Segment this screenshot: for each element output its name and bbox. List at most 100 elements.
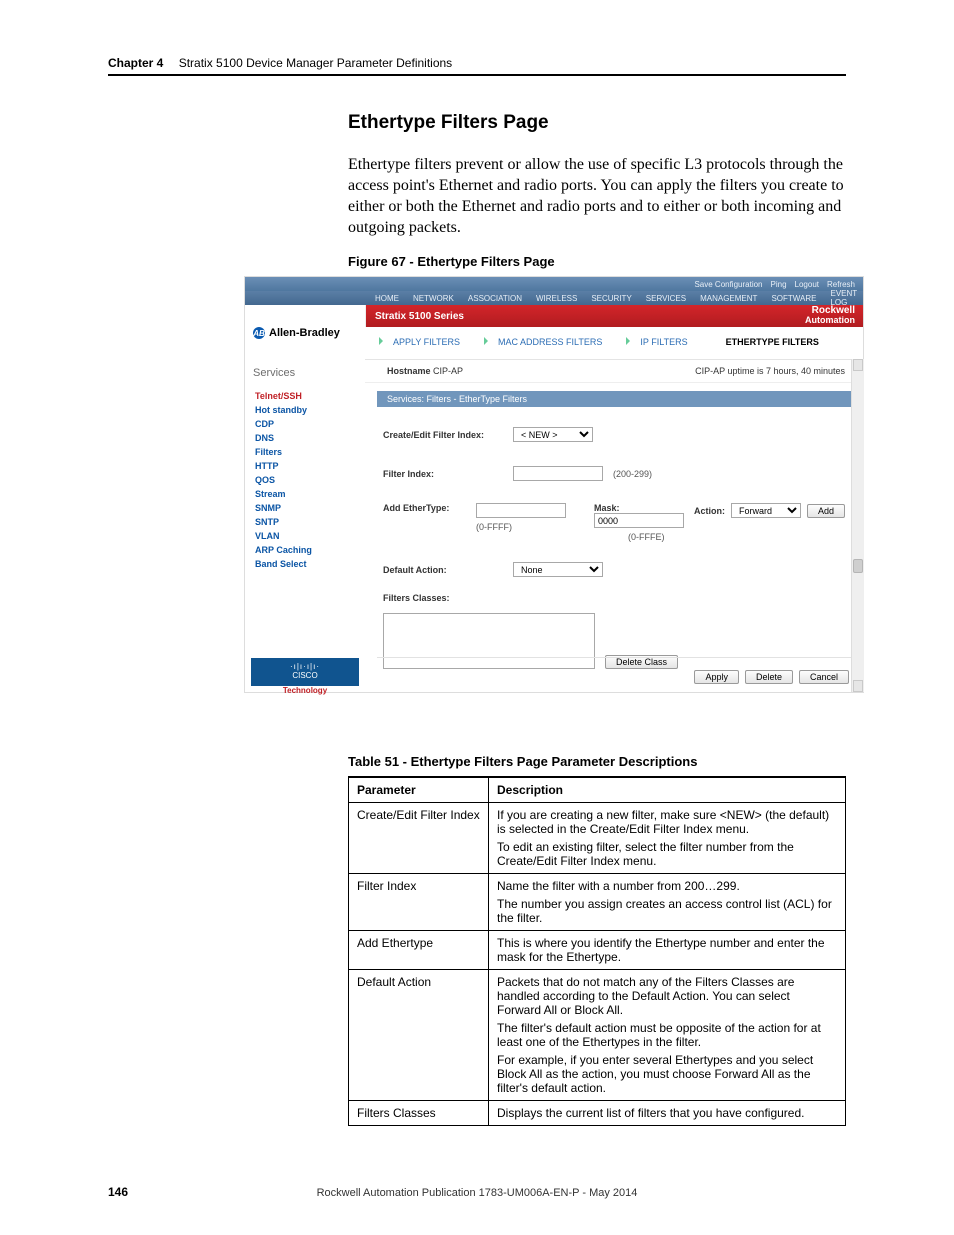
nav-item[interactable]: NETWORK: [413, 294, 454, 303]
top-link-bar: Save Configuration Ping Logout Refresh: [245, 277, 863, 291]
top-link[interactable]: Save Configuration: [694, 280, 762, 289]
header-title: Stratix 5100 Device Manager Parameter De…: [179, 56, 452, 70]
table-row: Filter Index Name the filter with a numbe…: [349, 874, 846, 931]
tab-ip-filters[interactable]: IP FILTERS: [634, 337, 693, 359]
desc-cell: If you are creating a new filter, make s…: [489, 803, 846, 874]
allen-bradley-logo: AB Allen-Bradley: [253, 327, 340, 339]
sidebar-item[interactable]: SNMP: [255, 503, 312, 513]
sidebar-heading: Services: [253, 367, 295, 379]
sidebar-item[interactable]: SNTP: [255, 517, 312, 527]
tab-marker-icon: [626, 337, 632, 347]
sidebar-list: Telnet/SSH Hot standby CDP DNS Filters H…: [255, 387, 312, 573]
nav-item[interactable]: HOME: [375, 294, 399, 303]
cancel-button[interactable]: Cancel: [799, 670, 849, 684]
sidebar-item[interactable]: ARP Caching: [255, 545, 312, 555]
desc-cell: Name the filter with a number from 200…2…: [489, 874, 846, 931]
top-link[interactable]: Refresh: [827, 280, 855, 289]
section-heading: Ethertype Filters Page: [348, 112, 549, 134]
mask-label: Mask:: [594, 503, 620, 513]
table-row: Default ActionPackets that do not match …: [349, 970, 846, 1101]
parameter-table: Parameter Description Create/Edit Filter…: [348, 776, 846, 1126]
uptime-text: CIP-AP uptime is 7 hours, 40 minutes: [695, 366, 845, 376]
delete-button[interactable]: Delete: [745, 670, 793, 684]
tab-marker-icon: [484, 337, 490, 347]
table-row: Add EthertypeThis is where you identify …: [349, 931, 846, 970]
sidebar-item[interactable]: DNS: [255, 433, 312, 443]
add-button[interactable]: Add: [807, 504, 845, 518]
sidebar-item[interactable]: CDP: [255, 419, 312, 429]
param-cell: Add Ethertype: [349, 931, 489, 970]
param-cell: Filter Index: [349, 874, 489, 931]
desc-line: For example, if you enter several Ethert…: [497, 1053, 837, 1095]
hostname-value: CIP-AP: [433, 366, 463, 376]
sidebar-item[interactable]: Telnet/SSH: [255, 391, 312, 401]
running-header: Chapter 4 Stratix 5100 Device Manager Pa…: [108, 56, 846, 70]
desc-cell: Displays the current list of filters tha…: [489, 1101, 846, 1126]
scroll-up-arrow-icon[interactable]: [853, 359, 863, 371]
footer-buttons: Apply Delete Cancel: [694, 670, 849, 684]
filter-index-input[interactable]: [513, 466, 603, 481]
table-head-parameter: Parameter: [349, 777, 489, 803]
main-nav: HOME NETWORK ASSOCIATION WIRELESS SECURI…: [245, 291, 863, 305]
scroll-thumb[interactable]: [853, 559, 863, 573]
table-caption: Table 51 - Ethertype Filters Page Parame…: [348, 754, 697, 769]
table-row: Filters Classes Displays the current list…: [349, 1101, 846, 1126]
nav-item[interactable]: MANAGEMENT: [700, 294, 757, 303]
desc-line: To edit an existing filter, select the f…: [497, 840, 837, 868]
nav-item[interactable]: ASSOCIATION: [468, 294, 522, 303]
mask-input[interactable]: [594, 513, 684, 528]
host-row: Hostname CIP-AP CIP-AP uptime is 7 hours…: [365, 360, 863, 383]
scroll-down-arrow-icon[interactable]: [853, 680, 863, 692]
mask-range: (0-FFFE): [628, 532, 665, 542]
tab-apply-filters[interactable]: APPLY FILTERS: [387, 337, 466, 359]
nav-item[interactable]: WIRELESS: [536, 294, 577, 303]
nav-item[interactable]: SERVICES: [646, 294, 686, 303]
sidebar-item[interactable]: VLAN: [255, 531, 312, 541]
top-link[interactable]: Ping: [771, 280, 787, 289]
tab-mac-filters[interactable]: MAC ADDRESS FILTERS: [492, 337, 608, 359]
desc-line: The number you assign creates an access …: [497, 897, 837, 925]
table-row: Create/Edit Filter Index If you are creat…: [349, 803, 846, 874]
create-edit-select[interactable]: < NEW >: [513, 427, 593, 442]
ab-badge-icon: AB: [253, 327, 265, 339]
add-ethertype-range: (0-FFFF): [476, 522, 512, 532]
rockwell-logo: Rockwell Automation: [805, 306, 855, 326]
default-action-label: Default Action:: [383, 565, 503, 575]
desc-line: Name the filter with a number from 200…2…: [497, 879, 837, 893]
sidebar-item[interactable]: HTTP: [255, 461, 312, 471]
filter-index-hint: (200-299): [613, 469, 652, 479]
header-rule: [108, 74, 846, 76]
cisco-technology-label: Technology: [283, 687, 327, 696]
footer-rule: [377, 657, 851, 658]
sidebar-item[interactable]: Stream: [255, 489, 312, 499]
desc-line: If you are creating a new filter, make s…: [497, 808, 837, 836]
add-ethertype-input[interactable]: [476, 503, 566, 518]
sidebar-item[interactable]: Hot standby: [255, 405, 312, 415]
tab-bar: APPLY FILTERS MAC ADDRESS FILTERS IP FIL…: [365, 327, 863, 360]
desc-cell: Packets that do not match any of the Fil…: [489, 970, 846, 1101]
default-action-select[interactable]: None: [513, 562, 603, 577]
screenshot: Save Configuration Ping Logout Refresh H…: [244, 276, 864, 693]
param-cell: Filters Classes: [349, 1101, 489, 1126]
filters-classes-listbox[interactable]: [383, 613, 595, 669]
apply-button[interactable]: Apply: [694, 670, 739, 684]
scrollbar[interactable]: [851, 359, 864, 692]
tab-ethertype-filters[interactable]: ETHERTYPE FILTERS: [720, 337, 825, 359]
sidebar-item[interactable]: Band Select: [255, 559, 312, 569]
table-head-description: Description: [489, 777, 846, 803]
action-select[interactable]: Forward: [731, 503, 801, 518]
series-title: Stratix 5100 Series: [375, 311, 464, 322]
top-link[interactable]: Logout: [795, 280, 819, 289]
create-edit-label: Create/Edit Filter Index:: [383, 430, 503, 440]
action-label: Action:: [694, 506, 725, 516]
sidebar-item[interactable]: QOS: [255, 475, 312, 485]
desc-cell: This is where you identify the Ethertype…: [489, 931, 846, 970]
filters-classes-label: Filters Classes:: [383, 593, 503, 603]
ab-label: Allen-Bradley: [269, 327, 340, 339]
nav-item[interactable]: SOFTWARE: [771, 294, 816, 303]
param-cell: Create/Edit Filter Index: [349, 803, 489, 874]
nav-item[interactable]: SECURITY: [591, 294, 631, 303]
sidebar-item[interactable]: Filters: [255, 447, 312, 457]
desc-line: Displays the current list of filters tha…: [497, 1106, 837, 1120]
desc-line: Packets that do not match any of the Fil…: [497, 975, 837, 1017]
